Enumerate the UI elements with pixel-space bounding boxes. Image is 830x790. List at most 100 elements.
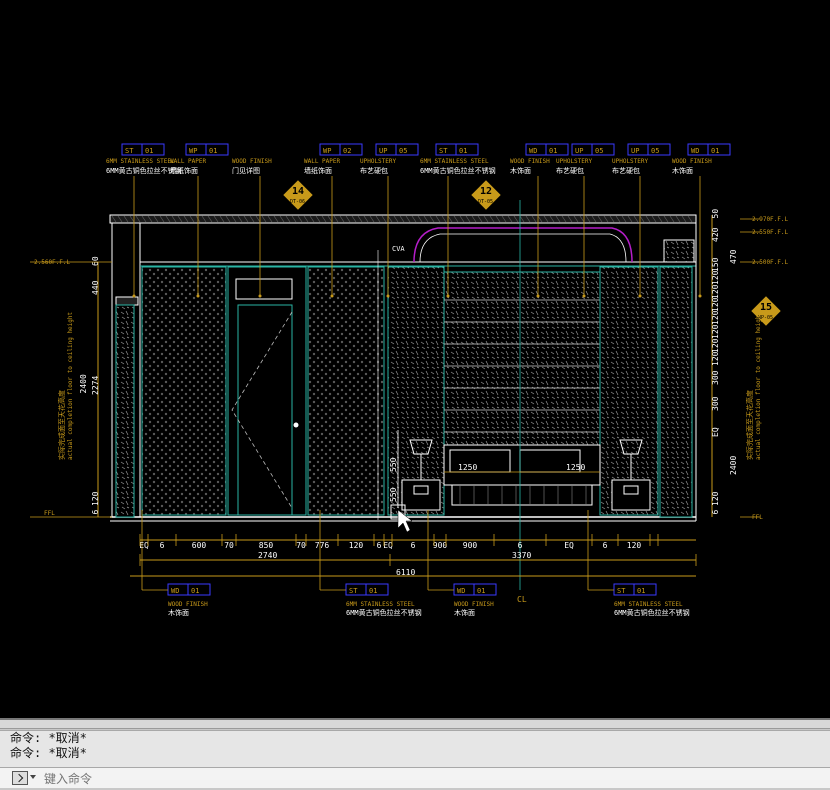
tag-num: 01 [191, 587, 199, 595]
command-prompt-icon[interactable] [12, 771, 28, 785]
tag-code: ST [617, 587, 626, 595]
dimension-value: 600 [192, 541, 207, 550]
dimension-value: 120 [349, 541, 364, 550]
level-marker-text: FFL [752, 514, 763, 521]
right-column [659, 266, 693, 518]
section-marker-ref: DT-06 [290, 199, 305, 205]
tag-code: WP [189, 147, 197, 155]
dimension-value: 6 [411, 541, 416, 550]
dimension-value: 2274 [91, 376, 100, 395]
tag-leader-dot [638, 294, 642, 298]
dimension-value: 300 [711, 396, 720, 411]
command-history-line: 命令: *取消* [10, 746, 87, 760]
tag-material-cn: 墙纸饰面 [170, 166, 198, 175]
height-note-en: actual completion floor to ceiling heigh… [67, 312, 74, 460]
tag-material-cn: 6MM黄古铜色拉丝不锈钢 [614, 608, 690, 617]
dimension-value: 6 [160, 541, 165, 550]
left-column-panel [115, 304, 135, 518]
level-marker-text: 2.560F.F.L [34, 259, 71, 266]
tag-code: UP [631, 147, 639, 155]
tag-num: 05 [651, 147, 659, 155]
dimension-value: 470 [729, 249, 738, 264]
tag-material-en: WALL PAPER [304, 158, 341, 165]
dimension-value: 50 [711, 209, 720, 219]
tag-material-en: WOOD FINISH [454, 601, 494, 608]
dimension-value: 420 [711, 227, 720, 242]
height-note-cn: 实际完成面至天花高度 [745, 390, 754, 460]
height-note-cn: 实际完成面至天花高度 [57, 390, 66, 460]
wallpaper-panel-2 [307, 266, 385, 516]
tag-material-en: UPHOLSTERY [360, 158, 397, 165]
tag-code: ST [349, 587, 358, 595]
command-window: 命令: *取消* 命令: *取消* [0, 718, 830, 790]
tag-leader-dot [330, 294, 334, 298]
tag-code: ST [439, 147, 448, 155]
elevation-drawing[interactable]: ST 016MM STAINLESS STEEL6MM黄古铜色拉丝不锈钢WP 01W… [0, 0, 830, 718]
tag-leader-dot [196, 294, 200, 298]
right-bulkhead [663, 239, 695, 263]
tag-material-cn: 6MM黄古铜色拉丝不锈钢 [346, 608, 422, 617]
dimension-value: 6 [377, 541, 382, 550]
tag-material-en: WOOD FINISH [510, 158, 550, 165]
dimension-value: 6110 [396, 568, 415, 577]
tag-leader-dot [446, 294, 450, 298]
dimension-value: 300 [711, 370, 720, 385]
tag-material-en: 6MM STAINLESS STEEL [420, 158, 489, 165]
section-marker-number: 12 [480, 186, 492, 197]
tag-material-cn: 布艺硬包 [360, 166, 388, 175]
dimension-value: EQ [711, 427, 720, 437]
tag-code: WD [691, 147, 699, 155]
cad-model-space[interactable]: ST 01 6MM STAINLESS STEEL 6MM黄古铜色拉丝不锈钢 WP 01 W… [0, 0, 830, 718]
tag-num: 01 [549, 147, 557, 155]
dimension-value: 120 [711, 270, 720, 285]
tag-num: 01 [459, 147, 467, 155]
dimension-value: 776 [315, 541, 330, 550]
tag-material-cn: 墙纸饰面 [304, 166, 332, 175]
left-shelf [115, 296, 139, 306]
tag-material-cn: 布艺硬包 [556, 166, 584, 175]
dimension-value: 900 [433, 541, 448, 550]
tag-num: 01 [637, 587, 645, 595]
dimension-value: 150 [711, 257, 720, 272]
tag-code: WD [457, 587, 465, 595]
command-history: 命令: *取消* 命令: *取消* [0, 730, 830, 768]
command-input-row [0, 768, 830, 789]
tag-num: 01 [711, 147, 719, 155]
tag-material-en: 6MM STAINLESS STEEL [614, 601, 683, 608]
tag-code: WD [529, 147, 537, 155]
left-nightstand [401, 479, 441, 511]
tag-num: 02 [343, 147, 351, 155]
tag-material-cn: 6MM黄古铜色拉丝不锈钢 [420, 166, 496, 175]
dimension-value: 900 [463, 541, 478, 550]
dimension-value: 1250 [458, 463, 477, 472]
tag-leader-dot [258, 294, 262, 298]
tag-material-cn: 木饰面 [454, 608, 475, 617]
tag-material-en: UPHOLSTERY [556, 158, 593, 165]
dimension-value: 2400 [729, 456, 738, 475]
dimension-value: 120 [91, 491, 100, 506]
level-marker-text: 2.970F.F.L [752, 216, 789, 223]
dimension-value: 2400 [79, 374, 88, 393]
dimension-value: 120 [711, 324, 720, 339]
dimension-value: 6 [91, 510, 100, 515]
section-marker-ref: DT-05 [478, 199, 493, 205]
tag-material-cn: 布艺硬包 [612, 166, 640, 175]
tag-leader-dot [132, 294, 136, 298]
dimension-value: 120 [711, 297, 720, 312]
tag-material-cn: 木饰面 [510, 166, 531, 175]
command-window-titlebar[interactable] [0, 720, 830, 729]
tag-material-en: WOOD FINISH [672, 158, 712, 165]
tag-num: 01 [209, 147, 217, 155]
dimension-value: 120 [711, 491, 720, 506]
tag-num: 05 [399, 147, 407, 155]
chevron-down-icon[interactable] [30, 775, 36, 779]
tag-leader-dot [386, 294, 390, 298]
door-handle [293, 422, 299, 428]
tag-material-en: WOOD FINISH [168, 601, 208, 608]
dimension-value: 850 [259, 541, 274, 550]
dimension-value: 2740 [258, 551, 277, 560]
dimension-value: 550 [389, 487, 398, 502]
command-input[interactable] [42, 769, 826, 789]
level-marker-text: FFL [44, 510, 55, 517]
tag-num: 01 [477, 587, 485, 595]
